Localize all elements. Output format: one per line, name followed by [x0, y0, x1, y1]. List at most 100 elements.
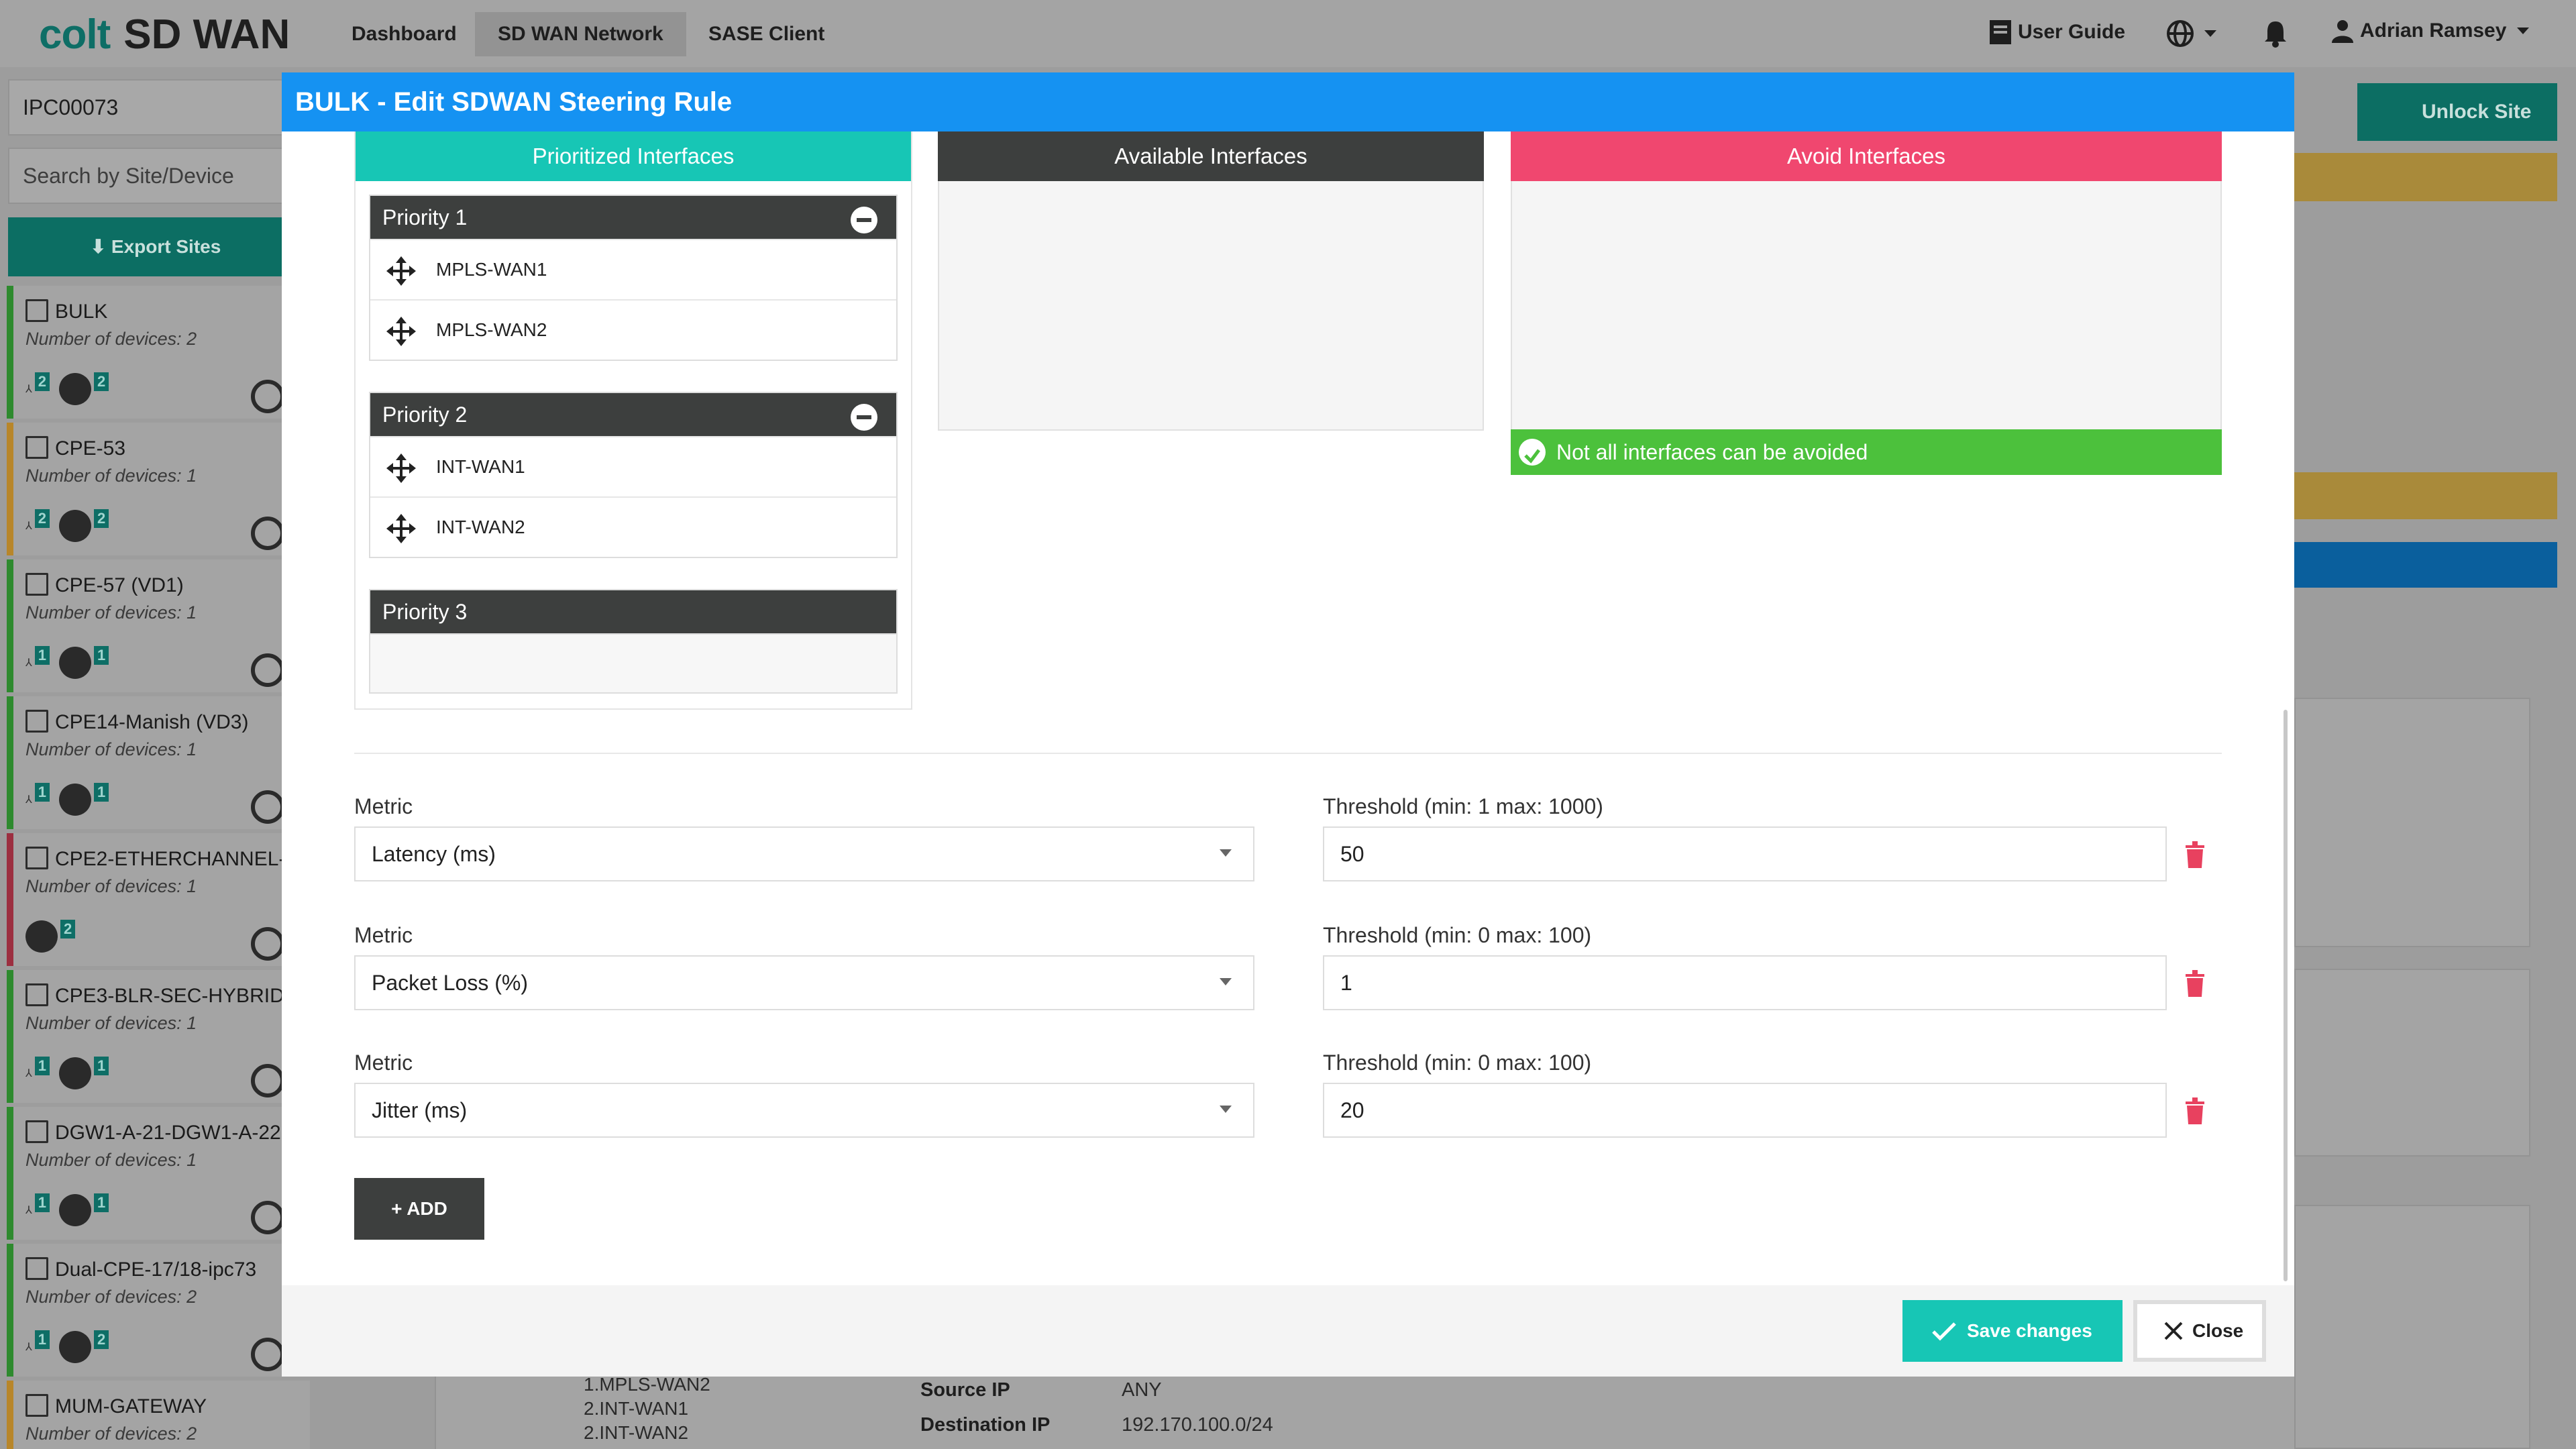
- section-divider: [354, 753, 2222, 754]
- site-item-cpe3-blr-sec-hybrid[interactable]: CPE3-BLR-SEC-HYBRID Number of devices: 1…: [7, 970, 310, 1103]
- user-guide-label: User Guide: [2018, 21, 2126, 43]
- site-item-dgw1[interactable]: DGW1-A-21-DGW1-A-22 Number of devices: 1…: [7, 1107, 310, 1240]
- site-item-cpe-53[interactable]: CPE-53 Number of devices: 1 ⅄ 2 2: [7, 423, 310, 555]
- check-circle-icon: [1519, 439, 1546, 466]
- topology-icon: ⅄ 1: [25, 1330, 50, 1354]
- threshold-input[interactable]: 50: [1323, 826, 2167, 881]
- site-item-cpe14-manish[interactable]: CPE14-Manish (VD3) Number of devices: 1 …: [7, 696, 310, 829]
- rule-detail: 1.MPLS-WAN2 2.INT-WAN1 2.INT-WAN2 Source…: [435, 1373, 2294, 1449]
- move-icon[interactable]: [386, 453, 416, 483]
- globe-icon: [59, 510, 92, 542]
- site-device-count: Number of devices: 1: [25, 739, 197, 759]
- globe-icon: [59, 1057, 92, 1089]
- site-item-mum-gateway[interactable]: MUM-GATEWAY Number of devices: 2: [7, 1381, 310, 1449]
- threshold-label: Threshold (min: 1 max: 1000): [1323, 794, 1603, 818]
- export-sites-button[interactable]: ⬇ Export Sites: [8, 217, 303, 276]
- device-badge: 1: [34, 1330, 50, 1349]
- globe-icon: [59, 1331, 92, 1363]
- site-name: CPE3-BLR-SEC-HYBRID: [55, 985, 284, 1007]
- interface-item[interactable]: INT-WAN1: [370, 436, 896, 496]
- trash-icon[interactable]: [2184, 841, 2206, 868]
- trash-icon[interactable]: [2184, 970, 2206, 997]
- destination-ip-value: 192.170.100.0/24: [1122, 1414, 1273, 1436]
- move-icon[interactable]: [386, 317, 416, 346]
- building-icon: [25, 847, 48, 869]
- book-icon: [1990, 20, 2011, 44]
- trash-icon[interactable]: [2184, 1097, 2206, 1124]
- steering-wheel-icon: [251, 517, 284, 550]
- unlock-site-button[interactable]: Unlock Site: [2357, 83, 2557, 141]
- site-device-count: Number of devices: 2: [25, 329, 197, 349]
- tab-dashboard[interactable]: Dashboard: [329, 12, 480, 56]
- tab-sd-wan-network[interactable]: SD WAN Network: [475, 12, 686, 56]
- modal-scrollbar[interactable]: [2284, 710, 2288, 1281]
- threshold-input[interactable]: 20: [1323, 1083, 2167, 1138]
- device-badge: 1: [94, 1193, 109, 1212]
- save-changes-button[interactable]: Save changes: [1902, 1300, 2123, 1362]
- site-filter-input[interactable]: IPC00073: [8, 79, 303, 136]
- avoid-interfaces-list[interactable]: [1511, 181, 2222, 431]
- priority-drop-zone[interactable]: [370, 633, 896, 692]
- site-name: BULK: [55, 301, 108, 323]
- building-icon: [25, 299, 48, 322]
- rule-paths: 1.MPLS-WAN2 2.INT-WAN1 2.INT-WAN2: [584, 1373, 710, 1445]
- metric-select[interactable]: Latency (ms): [354, 826, 1254, 881]
- topology-icon: ⅄ 1: [25, 783, 50, 806]
- metric-select[interactable]: Packet Loss (%): [354, 955, 1254, 1010]
- topology-icon: ⅄ 1: [25, 646, 50, 669]
- priority-header: Priority 1: [370, 196, 896, 239]
- site-item-dual-cpe[interactable]: Dual-CPE-17/18-ipc73 Number of devices: …: [7, 1244, 310, 1377]
- site-device-count: Number of devices: 2: [25, 1424, 197, 1444]
- site-device-count: Number of devices: 1: [25, 1013, 197, 1033]
- available-interfaces-list[interactable]: [938, 181, 1484, 431]
- site-name: CPE-57 (VD1): [55, 574, 184, 596]
- language-selector[interactable]: [2165, 19, 2218, 48]
- interface-item[interactable]: MPLS-WAN2: [370, 299, 896, 360]
- building-icon: [25, 573, 48, 596]
- move-icon[interactable]: [386, 256, 416, 286]
- modal-title: BULK - Edit SDWAN Steering Rule: [282, 72, 2294, 131]
- site-item-cpe-57[interactable]: CPE-57 (VD1) Number of devices: 1 ⅄ 1 1: [7, 559, 310, 692]
- site-search-input[interactable]: Search by Site/Device: [8, 148, 303, 204]
- remove-priority-icon[interactable]: [851, 404, 877, 431]
- metric-label: Metric: [354, 794, 413, 818]
- site-name: DGW1-A-21-DGW1-A-22: [55, 1122, 281, 1144]
- rule-path: 2.INT-WAN1: [584, 1398, 689, 1419]
- site-sidebar: IPC00073 Search by Site/Device ⬇ Export …: [0, 67, 315, 1449]
- close-icon: [2164, 1322, 2183, 1340]
- metric-select[interactable]: Jitter (ms): [354, 1083, 1254, 1138]
- interface-item[interactable]: INT-WAN2: [370, 496, 896, 557]
- steering-wheel-icon: [251, 1064, 284, 1097]
- site-device-count: Number of devices: 1: [25, 602, 197, 623]
- warning-strip: [2294, 472, 2557, 519]
- move-icon[interactable]: [386, 514, 416, 543]
- remove-priority-icon[interactable]: [851, 207, 877, 233]
- interface-item[interactable]: MPLS-WAN1: [370, 239, 896, 299]
- globe-icon: [59, 784, 92, 816]
- interface-name: MPLS-WAN1: [436, 259, 547, 280]
- device-badge: 1: [34, 1193, 50, 1212]
- close-button[interactable]: Close: [2133, 1300, 2266, 1362]
- site-device-count: Number of devices: 1: [25, 876, 197, 896]
- priority-group-3: Priority 3: [369, 589, 898, 694]
- add-metric-button[interactable]: + ADD: [354, 1178, 484, 1240]
- bell-icon: [2265, 21, 2286, 48]
- avoid-status-text: Not all interfaces can be avoided: [1556, 440, 1868, 464]
- site-name: CPE-53: [55, 437, 126, 460]
- gateway-icon: [25, 1120, 48, 1143]
- notifications-button[interactable]: [2262, 19, 2289, 48]
- user-guide-link[interactable]: User Guide: [1988, 19, 2125, 46]
- site-item-cpe2-etherchannel[interactable]: CPE2-ETHERCHANNEL- Number of devices: 1 …: [7, 833, 310, 966]
- tab-sase-client[interactable]: SASE Client: [686, 12, 847, 56]
- steering-wheel-icon: [251, 1201, 284, 1234]
- priority-label: Priority 2: [382, 402, 468, 427]
- site-item-bulk[interactable]: BULK Number of devices: 2 ⅄ 2 2: [7, 286, 310, 419]
- site-device-count: Number of devices: 1: [25, 1150, 197, 1170]
- app-logo[interactable]: colt SD WAN: [39, 11, 290, 58]
- info-strip: [2294, 542, 2557, 588]
- site-name: CPE2-ETHERCHANNEL-: [55, 848, 286, 870]
- device-badge: 1: [34, 1057, 50, 1075]
- threshold-input[interactable]: 1: [1323, 955, 2167, 1010]
- topology-icon: ⅄ 1: [25, 1057, 50, 1080]
- user-menu[interactable]: Adrian Ramsey: [2330, 19, 2530, 43]
